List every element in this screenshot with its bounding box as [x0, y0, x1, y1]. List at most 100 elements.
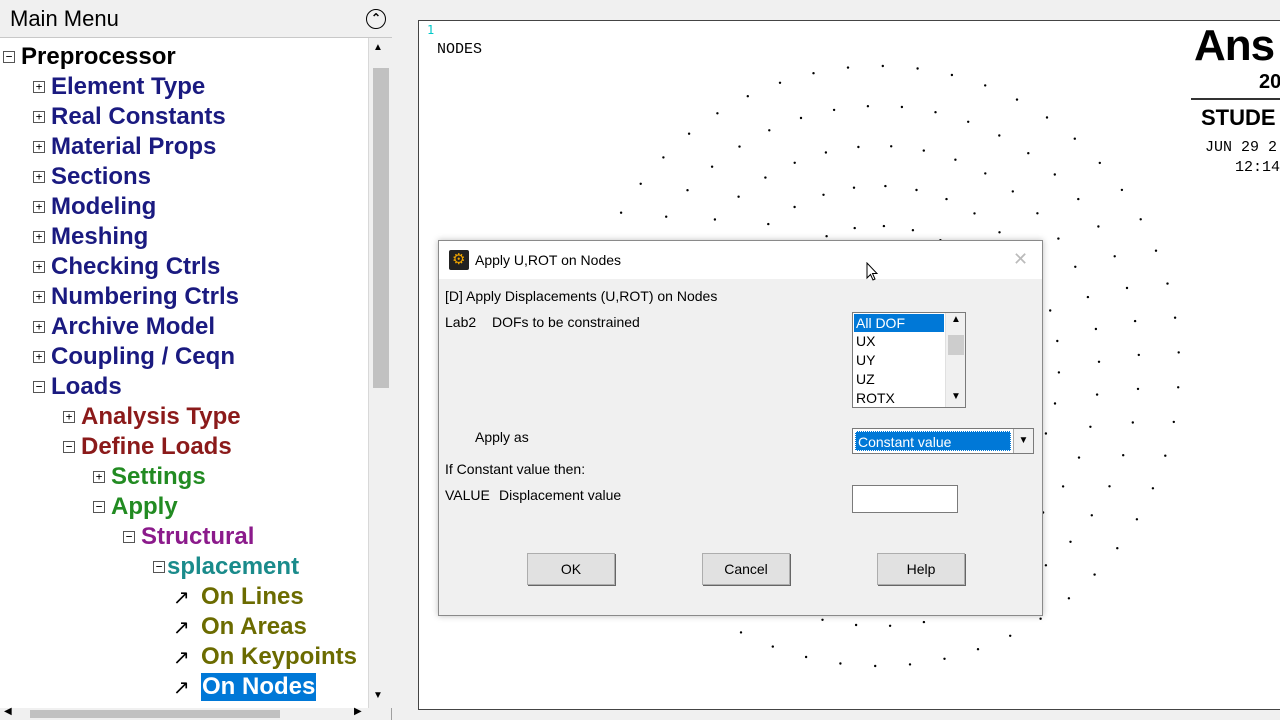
node-point	[1136, 387, 1140, 391]
tree-item[interactable]: − Preprocessor	[0, 42, 368, 72]
dof-option[interactable]: UX	[854, 332, 944, 350]
expand-node-icon[interactable]: +	[93, 471, 105, 483]
node-point	[950, 73, 954, 77]
node-point	[1131, 421, 1134, 424]
collapse-node-icon[interactable]: −	[123, 531, 135, 543]
dof-option[interactable]: UZ	[854, 370, 944, 388]
scroll-up-icon[interactable]: ▲	[951, 314, 961, 325]
tree-item[interactable]: ↗ On Lines	[0, 582, 368, 612]
node-point	[1057, 237, 1060, 240]
node-point	[832, 108, 836, 112]
node-point	[882, 224, 886, 228]
scroll-thumb[interactable]	[373, 68, 389, 388]
node-point	[1116, 547, 1119, 550]
tree-item[interactable]: + Analysis Type	[0, 402, 368, 432]
node-point	[665, 215, 668, 218]
expand-node-icon[interactable]: +	[33, 321, 45, 333]
tree-item[interactable]: − Loads	[0, 372, 368, 402]
apply-as-select[interactable]: Constant value ▼	[852, 428, 1034, 454]
tree-item[interactable]: ↗ On Areas	[0, 612, 368, 642]
help-button[interactable]: Help	[877, 553, 965, 585]
collapse-node-icon[interactable]: −	[33, 381, 45, 393]
scroll-left-icon[interactable]: ◀	[4, 706, 12, 717]
expand-node-icon[interactable]: +	[33, 201, 45, 213]
tree-item[interactable]: + Element Type	[0, 72, 368, 102]
pick-arrow-icon: ↗	[173, 615, 190, 639]
node-point	[1108, 485, 1111, 488]
scroll-down-icon[interactable]: ▼	[373, 690, 383, 701]
expand-node-icon[interactable]: +	[33, 291, 45, 303]
node-point	[1009, 634, 1012, 637]
tree-item[interactable]: ↗ On Keypoints	[0, 642, 368, 672]
expand-node-icon[interactable]: +	[63, 411, 75, 423]
node-point	[822, 193, 825, 196]
tree-item[interactable]: ↗ On Nodes	[0, 672, 368, 702]
node-point	[686, 189, 689, 192]
node-point	[746, 95, 749, 98]
node-point	[1098, 161, 1101, 165]
node-point	[908, 663, 912, 666]
expand-node-icon[interactable]: +	[33, 141, 45, 153]
collapse-node-icon[interactable]: −	[63, 441, 75, 453]
tree-item[interactable]: + Numbering Ctrls	[0, 282, 368, 312]
tree-item[interactable]: + Settings	[0, 462, 368, 492]
node-point	[984, 84, 987, 87]
cancel-button[interactable]: Cancel	[702, 553, 790, 585]
node-point	[967, 120, 970, 124]
ok-button[interactable]: OK	[527, 553, 615, 585]
node-point	[881, 64, 884, 68]
tree-item[interactable]: + Meshing	[0, 222, 368, 252]
node-point	[793, 205, 796, 209]
tree-item[interactable]: − Apply	[0, 492, 368, 522]
displacement-value-input[interactable]	[852, 485, 958, 513]
node-point	[922, 620, 926, 624]
ansys-gear-icon: ⚙	[449, 250, 469, 270]
collapse-node-icon[interactable]: −	[93, 501, 105, 513]
node-point	[1090, 514, 1093, 517]
tree-item[interactable]: + Modeling	[0, 192, 368, 222]
dof-listbox[interactable]: All DOF UX UY UZ ROTX ▲ ▼	[852, 312, 966, 408]
tree-item[interactable]: + Checking Ctrls	[0, 252, 368, 282]
menu-horizontal-scrollbar[interactable]: ◀ ▶	[0, 706, 368, 720]
tree-item[interactable]: + Archive Model	[0, 312, 368, 342]
dof-list-scrollbar[interactable]: ▲ ▼	[945, 313, 965, 407]
tree-item[interactable]: − Structural	[0, 522, 368, 552]
node-point	[687, 132, 691, 135]
tree-item[interactable]: + Material Props	[0, 132, 368, 162]
tree-item[interactable]: + Coupling / Ceqn	[0, 342, 368, 372]
scroll-up-icon[interactable]: ▲	[373, 42, 383, 53]
tree-item[interactable]: + Sections	[0, 162, 368, 192]
node-point	[945, 197, 948, 201]
collapse-menu-icon[interactable]: ⌃	[366, 9, 386, 29]
tree-item-label: Sections	[51, 163, 152, 190]
close-icon[interactable]: ✕	[1013, 249, 1028, 270]
node-point	[1097, 225, 1100, 228]
dof-option[interactable]: All DOF	[854, 314, 944, 332]
collapse-node-icon[interactable]: −	[153, 561, 165, 573]
dof-option[interactable]: ROTX	[854, 389, 944, 407]
scroll-right-icon[interactable]: ▶	[354, 706, 362, 717]
chevron-down-icon[interactable]: ▼	[1013, 429, 1033, 453]
collapse-node-icon[interactable]: −	[3, 51, 15, 63]
scroll-thumb[interactable]	[948, 335, 964, 355]
apply-as-value[interactable]: Constant value	[855, 431, 1011, 451]
menu-vertical-scrollbar[interactable]: ▲ ▼	[368, 38, 392, 708]
hscroll-thumb[interactable]	[30, 710, 280, 718]
expand-node-icon[interactable]: +	[33, 351, 45, 363]
expand-node-icon[interactable]: +	[33, 111, 45, 123]
tree-item[interactable]: − Define Loads	[0, 432, 368, 462]
expand-node-icon[interactable]: +	[33, 171, 45, 183]
tree-item[interactable]: + Real Constants	[0, 102, 368, 132]
expand-node-icon[interactable]: +	[33, 231, 45, 243]
node-point	[739, 631, 743, 634]
node-point	[1053, 402, 1057, 405]
expand-node-icon[interactable]: +	[33, 261, 45, 273]
node-point	[1097, 360, 1101, 363]
expand-node-icon[interactable]: +	[33, 81, 45, 93]
dialog-titlebar[interactable]: ⚙ Apply U,ROT on Nodes ✕	[439, 241, 1042, 279]
tree-item[interactable]: − splacement	[0, 552, 368, 582]
dof-option[interactable]: UY	[854, 351, 944, 369]
node-point	[884, 184, 887, 188]
scroll-down-icon[interactable]: ▼	[951, 391, 961, 402]
main-menu-panel: Main Menu ⌃ − Preprocessor + Element Type + R…	[0, 0, 392, 720]
